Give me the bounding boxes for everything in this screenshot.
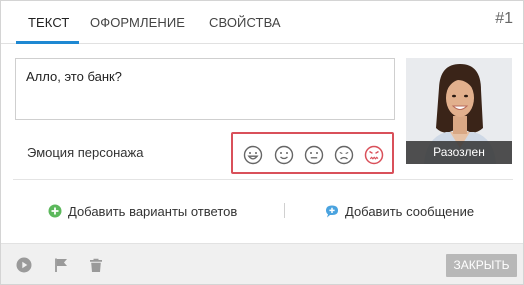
avatar-emotion-caption: Разозлен [406,141,512,164]
chat-plus-icon [326,205,338,218]
add-answers-button[interactable]: Добавить варианты ответов [48,203,278,221]
close-button[interactable]: ЗАКРЫТЬ [446,254,517,277]
happy-face-icon[interactable] [243,145,263,165]
flag-icon[interactable] [53,257,69,273]
smile-face-icon[interactable] [274,145,294,165]
dialog-card: ТЕКСТ ОФОРМЛЕНИЕ СВОЙСТВА #1 Алло, это б… [0,0,524,285]
angry-face-icon[interactable] [364,145,384,165]
message-text-input[interactable]: Алло, это банк? [15,58,395,120]
tab-design[interactable]: ОФОРМЛЕНИЕ [90,1,185,44]
tab-properties[interactable]: СВОЙСТВА [209,1,281,44]
tab-text[interactable]: ТЕКСТ [28,1,69,44]
sad-face-icon[interactable] [334,145,354,165]
section-divider [13,179,513,180]
play-icon[interactable] [16,257,32,273]
neutral-face-icon[interactable] [304,145,324,165]
actions-separator [284,203,285,218]
add-message-button[interactable]: Добавить сообщение [325,203,495,221]
card-number: #1 [495,10,513,27]
add-message-label: Добавить сообщение [345,204,475,219]
active-tab-indicator [16,41,79,44]
tab-bar: ТЕКСТ ОФОРМЛЕНИЕ СВОЙСТВА #1 [1,1,523,44]
add-answers-label: Добавить варианты ответов [68,204,238,219]
plus-circle-icon [48,204,62,218]
trash-icon[interactable] [88,257,104,273]
emotion-label: Эмоция персонажа [27,145,144,160]
emotion-selector [231,132,394,174]
card-footer: ЗАКРЫТЬ [1,243,523,284]
character-avatar[interactable]: Разозлен [406,58,512,164]
